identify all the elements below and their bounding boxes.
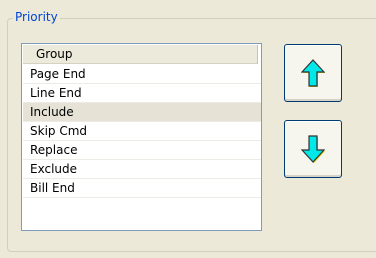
priority-title: Priority <box>13 10 60 24</box>
arrow-down-icon <box>301 135 325 163</box>
list-item[interactable]: Exclude <box>23 160 261 179</box>
list-item[interactable]: Line End <box>23 84 261 103</box>
list-item[interactable]: Skip Cmd <box>23 122 261 141</box>
move-up-button[interactable] <box>284 44 342 102</box>
group-column-header[interactable]: Group <box>23 45 258 64</box>
list-item[interactable]: Replace <box>23 141 261 160</box>
move-down-button[interactable] <box>284 120 342 178</box>
list-item[interactable]: Include <box>23 103 261 122</box>
priority-rows: Page End Line End Include Skip Cmd Repla… <box>23 65 261 198</box>
list-item[interactable]: Bill End <box>23 179 261 198</box>
group-column-header-label: Group <box>36 47 73 61</box>
list-item[interactable]: Page End <box>23 65 261 84</box>
arrow-up-icon <box>301 59 325 87</box>
priority-listbox[interactable]: Group Page End Line End Include Skip Cmd… <box>21 43 262 231</box>
